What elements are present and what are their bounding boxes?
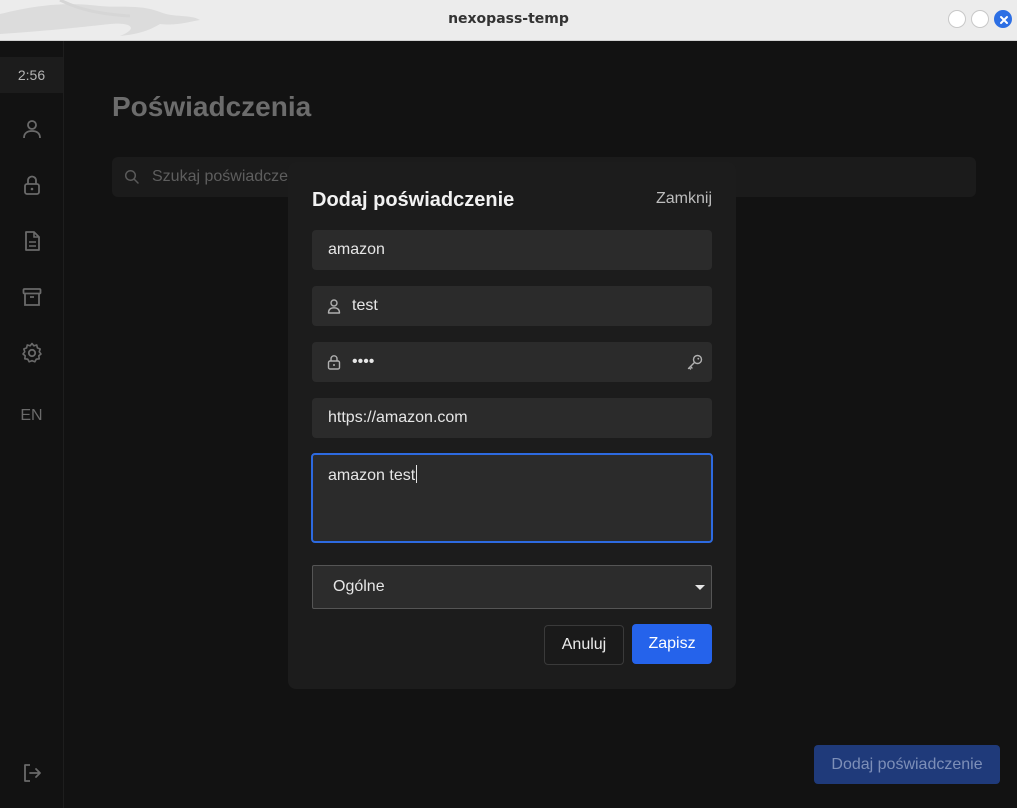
close-window-button[interactable] <box>994 10 1012 28</box>
minimize-button[interactable] <box>948 10 966 28</box>
modal-title: Dodaj poświadczenie <box>312 189 515 211</box>
username-field[interactable] <box>312 286 712 326</box>
language-toggle[interactable]: EN <box>0 407 63 425</box>
name-input[interactable] <box>328 230 698 270</box>
name-field[interactable] <box>312 230 712 270</box>
add-credential-button[interactable]: Dodaj poświadczenie <box>814 745 1000 784</box>
save-button[interactable]: Zapisz <box>632 624 712 664</box>
logout-icon[interactable] <box>20 761 44 785</box>
gear-icon[interactable] <box>20 341 44 365</box>
document-icon[interactable] <box>20 229 44 253</box>
cancel-button[interactable]: Anuluj <box>544 625 624 665</box>
window-titlebar: nexopass-temp <box>0 0 1017 41</box>
notes-textarea[interactable]: amazon test <box>311 453 713 543</box>
lock-icon[interactable] <box>20 173 44 197</box>
user-icon[interactable] <box>20 117 44 141</box>
chevron-down-icon <box>695 585 705 590</box>
close-icon <box>1000 16 1008 24</box>
password-input[interactable] <box>352 342 662 382</box>
page-title: Poświadczenia <box>112 91 312 122</box>
maximize-button[interactable] <box>971 10 989 28</box>
close-modal-button[interactable]: Zamknij <box>656 190 712 208</box>
category-select[interactable]: Ogólne <box>312 565 712 609</box>
archive-icon[interactable] <box>20 285 44 309</box>
category-selected-value: Ogólne <box>333 578 385 595</box>
notes-text: amazon test <box>328 465 418 484</box>
window-title: nexopass-temp <box>448 11 569 27</box>
search-icon <box>124 169 139 184</box>
add-credential-modal: Dodaj poświadczenie Zamknij amazon test … <box>288 162 736 689</box>
key-icon[interactable] <box>686 353 704 371</box>
username-input[interactable] <box>352 286 698 326</box>
text-caret <box>416 465 418 483</box>
url-input[interactable] <box>328 398 698 438</box>
password-field[interactable] <box>312 342 712 382</box>
session-timer: 2:56 <box>0 57 63 93</box>
user-icon <box>327 299 341 314</box>
sidebar: 2:56 EN <box>0 41 64 808</box>
lock-icon <box>327 355 341 370</box>
url-field[interactable] <box>312 398 712 438</box>
